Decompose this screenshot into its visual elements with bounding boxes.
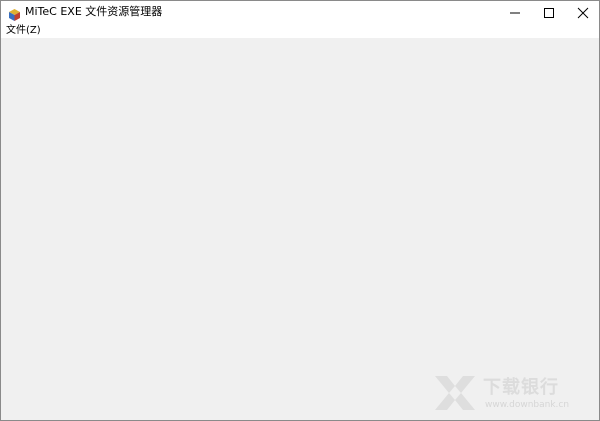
- close-button[interactable]: [566, 1, 599, 24]
- menu-bar: 文件(Z): [1, 24, 599, 38]
- app-window: MiTeC EXE 文件资源管理器 文件(Z) 下载银行 www.downban…: [0, 0, 600, 421]
- watermark-name: 下载银行: [483, 377, 559, 398]
- watermark-url: www.downbank.cn: [485, 400, 570, 410]
- menu-file[interactable]: 文件(Z): [6, 25, 41, 37]
- window-title: MiTeC EXE 文件资源管理器: [25, 5, 163, 18]
- minimize-button[interactable]: [498, 1, 532, 24]
- maximize-button[interactable]: [532, 1, 566, 24]
- app-icon[interactable]: [9, 6, 20, 21]
- watermark-logo-icon: [435, 376, 475, 410]
- client-area[interactable]: [1, 38, 599, 420]
- minimize-icon: [510, 12, 520, 14]
- maximize-icon: [544, 8, 554, 18]
- title-bar[interactable]: MiTeC EXE 文件资源管理器: [1, 1, 599, 24]
- close-icon: [577, 7, 589, 19]
- watermark: 下载银行 www.downbank.cn: [433, 374, 593, 414]
